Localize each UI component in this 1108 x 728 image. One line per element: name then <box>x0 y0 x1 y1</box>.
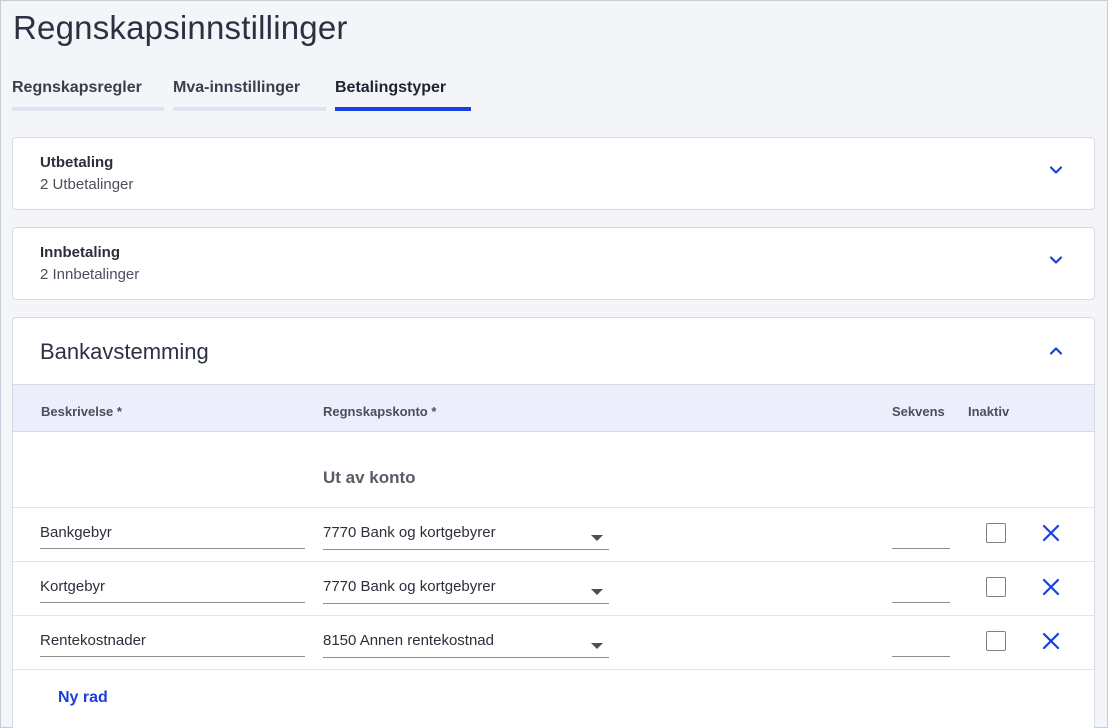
sequence-input[interactable] <box>892 631 950 657</box>
caret-down-icon <box>591 643 603 649</box>
inactive-checkbox[interactable] <box>986 631 1006 651</box>
page-title: Regnskapsinnstillinger <box>13 9 348 46</box>
table-row: Kortgebyr 7770 Bank og kortgebyrer <box>13 561 1094 615</box>
table-row: Rentekostnader 8150 Annen rentekostnad <box>13 615 1094 669</box>
chevron-up-icon[interactable] <box>1048 343 1064 359</box>
section-title: Utbetaling <box>40 154 114 171</box>
sequence-input[interactable] <box>892 523 950 549</box>
inactive-checkbox[interactable] <box>986 577 1006 597</box>
caret-down-icon <box>591 589 603 595</box>
group-label: Ut av konto <box>323 468 416 487</box>
sequence-input[interactable] <box>892 577 950 603</box>
tab-bar: Regnskapsregler Mva-innstillinger Betali… <box>12 79 480 111</box>
new-row-button[interactable]: Ny rad <box>58 689 108 707</box>
account-select-value: 7770 Bank og kortgebyrer <box>323 578 496 595</box>
account-select-value: 8150 Annen rentekostnad <box>323 632 494 649</box>
description-input[interactable]: Rentekostnader <box>40 631 305 657</box>
section-utbetaling[interactable]: Utbetaling 2 Utbetalinger <box>12 137 1095 210</box>
column-header-sequence: Sekvens <box>892 404 945 419</box>
section-bankavstemming: Bankavstemming Beskrivelse * Regnskapsko… <box>12 317 1095 728</box>
account-select[interactable]: 7770 Bank og kortgebyrer <box>323 577 609 604</box>
tab-betalingstyper[interactable]: Betalingstyper <box>335 79 471 111</box>
chevron-down-icon[interactable] <box>1048 252 1064 268</box>
inactive-checkbox[interactable] <box>986 523 1006 543</box>
close-icon[interactable] <box>1042 578 1060 596</box>
section-subtitle: 2 Innbetalinger <box>40 266 140 283</box>
column-header-account: Regnskapskonto * <box>323 404 437 419</box>
table-header: Beskrivelse * Regnskapskonto * Sekvens I… <box>13 384 1094 432</box>
column-header-inactive: Inaktiv <box>968 404 1010 419</box>
table-row: Bankgebyr 7770 Bank og kortgebyrer <box>13 507 1094 561</box>
close-icon[interactable] <box>1042 524 1060 542</box>
account-select[interactable]: 7770 Bank og kortgebyrer <box>323 523 609 550</box>
new-row-area: Ny rad <box>13 669 1094 728</box>
section-title: Innbetaling <box>40 244 120 261</box>
caret-down-icon <box>591 535 603 541</box>
account-select-value: 7770 Bank og kortgebyrer <box>323 524 496 541</box>
chevron-down-icon[interactable] <box>1048 162 1064 178</box>
account-select[interactable]: 8150 Annen rentekostnad <box>323 631 609 658</box>
section-innbetaling[interactable]: Innbetaling 2 Innbetalinger <box>12 227 1095 300</box>
description-input[interactable]: Bankgebyr <box>40 523 305 549</box>
close-icon[interactable] <box>1042 632 1060 650</box>
column-header-description: Beskrivelse * <box>41 404 122 419</box>
description-input[interactable]: Kortgebyr <box>40 577 305 603</box>
tab-regnskapsregler[interactable]: Regnskapsregler <box>12 79 164 111</box>
tab-mva-innstillinger[interactable]: Mva-innstillinger <box>173 79 326 111</box>
section-subtitle: 2 Utbetalinger <box>40 176 134 193</box>
section-title: Bankavstemming <box>40 339 209 364</box>
